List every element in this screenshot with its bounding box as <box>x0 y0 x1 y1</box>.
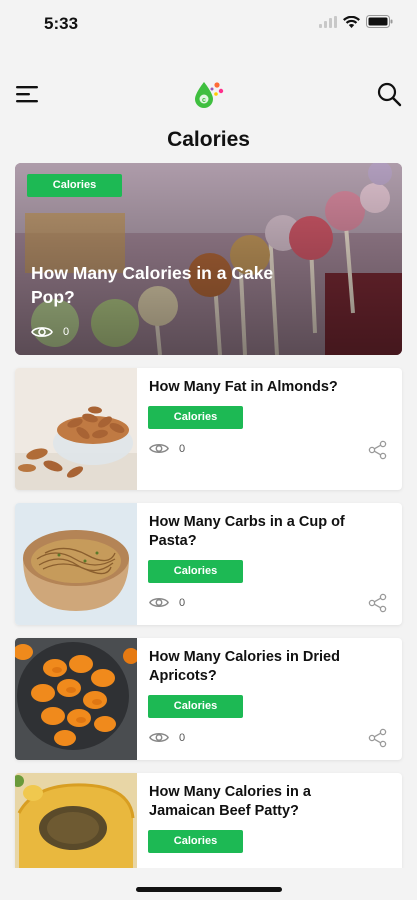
article-card[interactable]: How Many Fat in Almonds? Calories 0 <box>15 368 402 490</box>
app-header: c <box>0 66 417 118</box>
view-count: 0 <box>31 325 69 339</box>
article-title: How Many Calories in a Cake Pop? <box>31 263 274 307</box>
share-icon <box>368 440 387 460</box>
signal-icon <box>319 15 337 33</box>
hamburger-icon <box>16 86 38 103</box>
search-button[interactable] <box>375 80 403 108</box>
view-count: 0 <box>149 442 185 455</box>
article-title: How Many Carbs in a Cup of Pasta? <box>149 514 345 549</box>
eye-icon <box>149 598 169 607</box>
app-logo: c <box>190 76 226 112</box>
category-badge[interactable]: Calories <box>148 560 243 583</box>
article-title: How Many Calories in Dried Apricots? <box>149 649 340 684</box>
pasta-image <box>15 503 137 625</box>
view-count: 0 <box>149 596 185 609</box>
eye-icon <box>149 444 169 453</box>
category-badge[interactable]: Calories <box>148 830 243 853</box>
home-bar <box>0 868 417 900</box>
eye-icon <box>149 733 169 742</box>
featured-article-card[interactable]: Calories How Many Calories in a Cake Pop… <box>15 163 402 355</box>
eye-icon <box>31 327 53 337</box>
share-icon <box>368 593 387 613</box>
article-card[interactable]: How Many Carbs in a Cup of Pasta? Calori… <box>15 503 402 625</box>
page-title: Calories <box>167 128 250 151</box>
status-bar: 5:33 <box>0 0 417 44</box>
share-icon <box>368 728 387 748</box>
category-badge[interactable]: Calories <box>148 695 243 718</box>
article-card[interactable]: How Many Calories in Dried Apricots? Cal… <box>15 638 402 760</box>
share-button[interactable] <box>368 728 388 748</box>
view-count-value: 0 <box>179 596 186 609</box>
view-count-value: 0 <box>63 326 70 338</box>
view-count-value: 0 <box>179 731 186 744</box>
menu-button[interactable] <box>14 82 42 106</box>
battery-icon <box>366 15 393 33</box>
article-title: How Many Calories in a Jamaican Beef Pat… <box>149 784 311 819</box>
category-badge[interactable]: Calories <box>27 174 122 197</box>
wifi-icon <box>343 15 360 33</box>
category-badge[interactable]: Calories <box>148 406 243 429</box>
almonds-image <box>15 368 137 490</box>
home-indicator[interactable] <box>136 887 282 892</box>
share-button[interactable] <box>368 593 388 613</box>
svg-text:c: c <box>202 97 206 104</box>
status-icons <box>319 15 393 33</box>
article-card[interactable]: How Many Calories in a Jamaican Beef Pat… <box>15 773 402 868</box>
article-title: How Many Fat in Almonds? <box>149 379 338 395</box>
status-time: 5:33 <box>44 14 79 33</box>
view-count: 0 <box>149 731 185 744</box>
beef-patty-image <box>15 773 137 868</box>
view-count-value: 0 <box>179 442 186 455</box>
share-button[interactable] <box>368 440 388 460</box>
search-icon <box>377 82 402 107</box>
dried-apricots-image <box>15 638 137 760</box>
